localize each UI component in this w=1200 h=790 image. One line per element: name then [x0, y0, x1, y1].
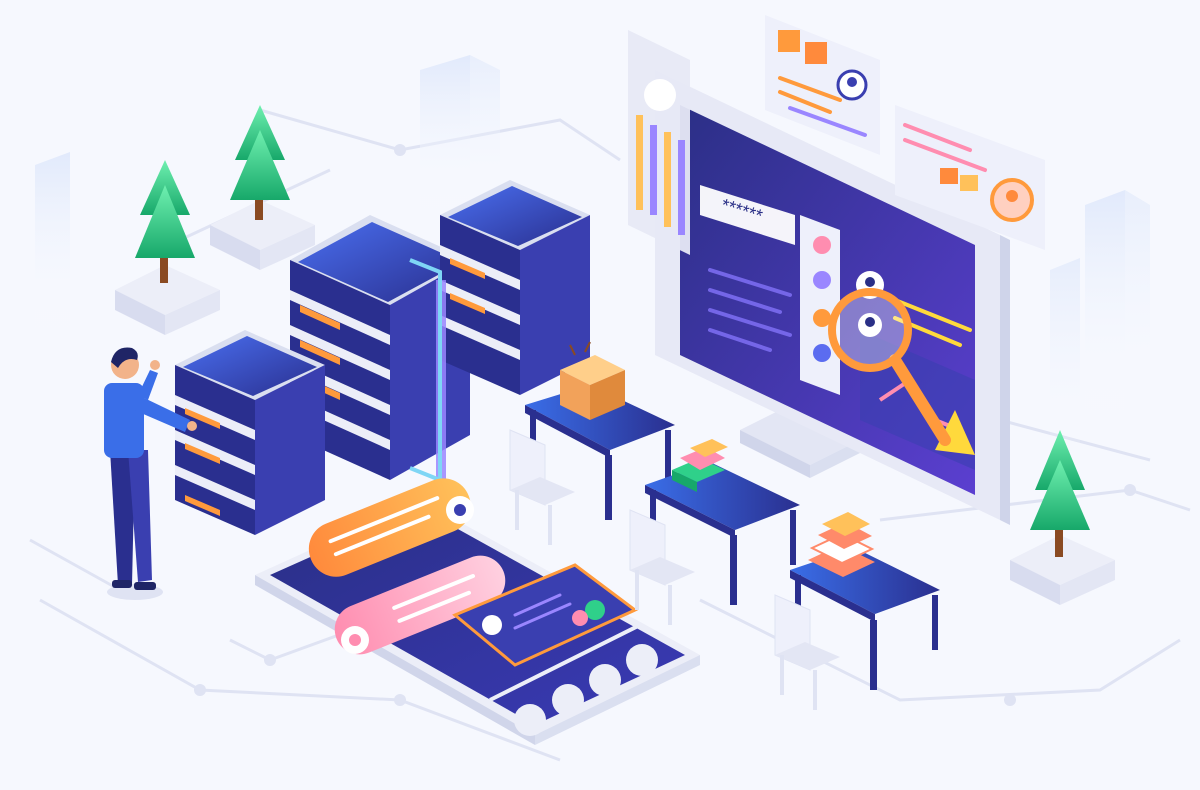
server-rack-icon	[175, 330, 325, 535]
scene-svg: ******	[0, 0, 1200, 790]
isometric-scene: ******	[0, 0, 1200, 790]
bar-card	[628, 30, 690, 255]
server-rack-icon	[440, 180, 590, 395]
